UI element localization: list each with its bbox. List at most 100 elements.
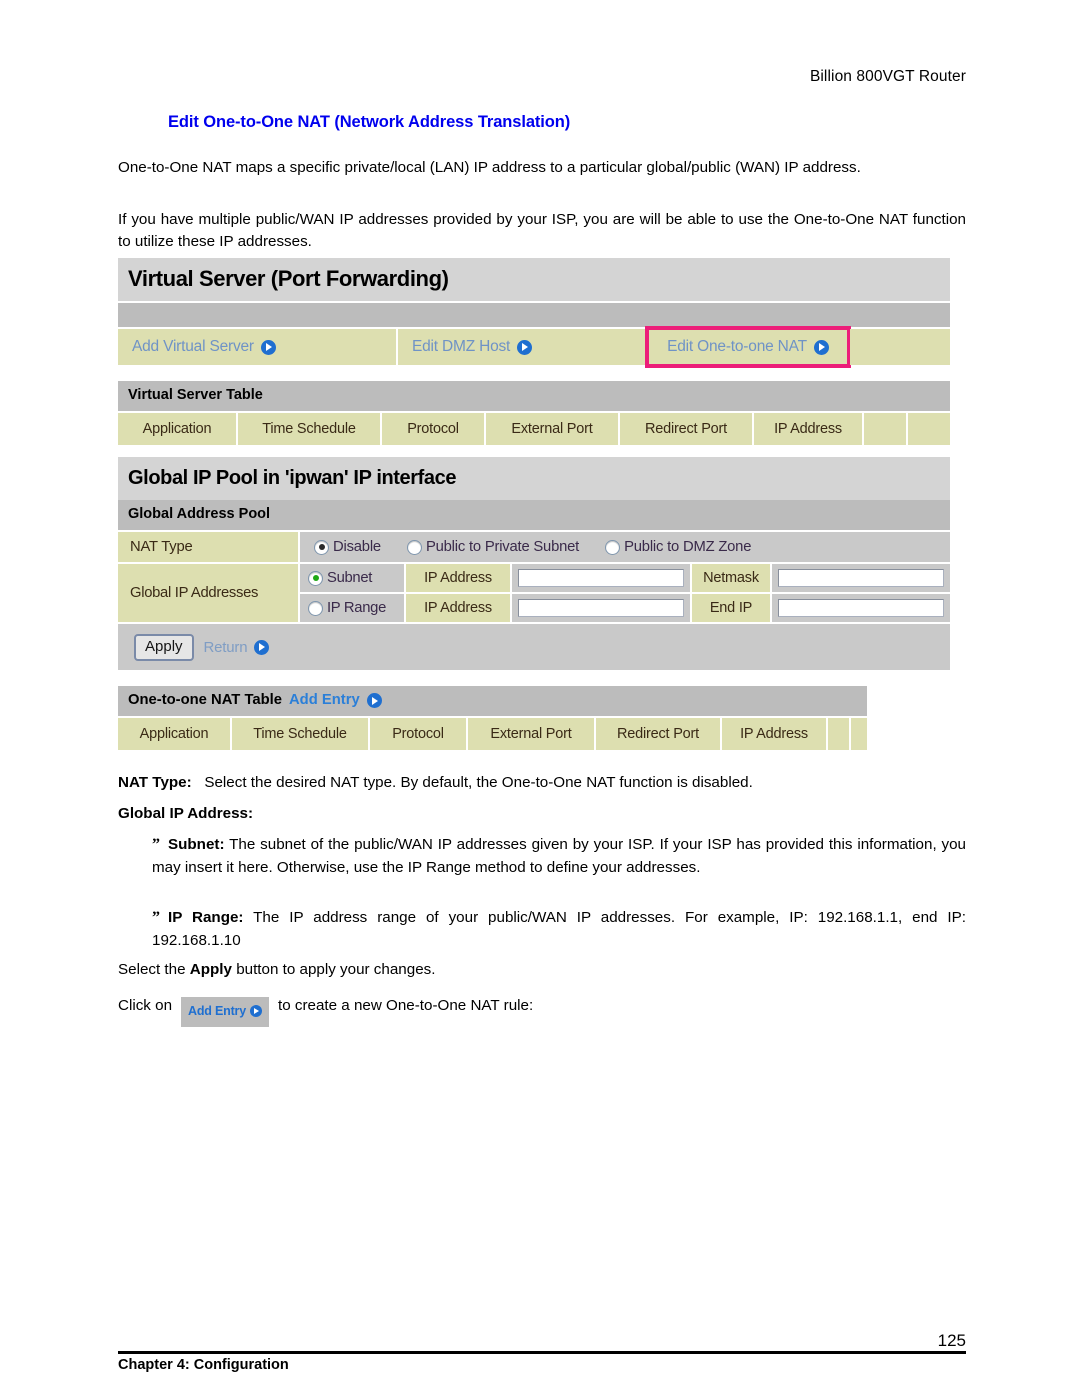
- apply-button[interactable]: Apply: [134, 633, 194, 661]
- oto-column-header-blank-2: [851, 718, 867, 750]
- bullet-icon: ”: [152, 836, 160, 853]
- toolbar-spacer: [118, 303, 950, 327]
- subnet-netmask-cell: [772, 564, 950, 592]
- arrow-right-icon: [366, 693, 382, 708]
- radio-option-ip-range[interactable]: IP Range: [300, 594, 404, 622]
- global-pool-footer: Apply Return: [118, 624, 950, 670]
- one-to-one-nat-table-columns: Application Time Schedule Protocol Exter…: [118, 718, 867, 750]
- ip-range-ip-address-cell: [512, 594, 690, 622]
- global-address-pool-subtitle: Global Address Pool: [118, 500, 950, 530]
- section-gap: [118, 365, 950, 381]
- column-header-external-port: External Port: [486, 413, 618, 445]
- apply-instruction-prefix: Select the: [118, 961, 190, 978]
- router-page-title: Virtual Server (Port Forwarding): [118, 258, 950, 301]
- nat-type-term: NAT Type:: [118, 774, 192, 791]
- ip-range-description: ” IP Range: The IP address range of your …: [152, 907, 966, 952]
- subnet-netmask-input[interactable]: [778, 569, 944, 587]
- click-on-prefix: Click on: [118, 997, 173, 1014]
- tab-add-virtual-server-label: Add Virtual Server: [132, 338, 254, 355]
- radio-option-public-to-private-subnet-label: Public to Private Subnet: [425, 539, 580, 555]
- column-header-blank-2: [908, 413, 950, 445]
- radio-public-to-dmz-zone-icon[interactable]: [605, 539, 621, 555]
- ip-range-end-ip-label: End IP: [692, 594, 770, 622]
- ip-range-ip-address-label: IP Address: [406, 594, 510, 622]
- subnet-description-text: The subnet of the public/WAN IP addresse…: [152, 836, 967, 876]
- column-header-protocol: Protocol: [382, 413, 484, 445]
- running-head: Billion 800VGT Router: [809, 68, 966, 85]
- column-header-blank-1: [864, 413, 906, 445]
- radio-disable-icon[interactable]: [314, 539, 329, 555]
- global-ip-addresses-label: Global IP Addresses: [118, 564, 298, 622]
- radio-option-disable-label: Disable: [333, 539, 381, 555]
- intro-paragraph-1: One-to-One NAT maps a specific private/l…: [118, 159, 861, 176]
- return-link-label: Return: [203, 638, 248, 656]
- subnet-ip-address-label: IP Address: [406, 564, 510, 592]
- virtual-server-table-title: Virtual Server Table: [118, 381, 950, 411]
- arrow-right-icon: [813, 339, 829, 355]
- bullet-icon: ”: [152, 909, 160, 926]
- oto-column-header-redirect-port: Redirect Port: [596, 718, 720, 750]
- radio-option-disable[interactable]: Disable: [314, 539, 381, 555]
- nat-type-label: NAT Type: [118, 532, 298, 562]
- oto-column-header-protocol: Protocol: [370, 718, 466, 750]
- tab-row: Add Virtual Server Edit DMZ Host Edit On…: [118, 326, 950, 368]
- nat-type-options: Disable Public to Private Subnet Public …: [300, 532, 950, 562]
- tab-edit-dmz-host[interactable]: Edit DMZ Host: [398, 329, 646, 365]
- tab-edit-one-to-one-nat[interactable]: Edit One-to-one NAT: [645, 326, 851, 368]
- oto-column-header-external-port: External Port: [468, 718, 594, 750]
- radio-option-public-to-private-subnet[interactable]: Public to Private Subnet: [406, 539, 580, 555]
- apply-instruction: Select the Apply button to apply your ch…: [118, 959, 966, 982]
- radio-option-public-to-dmz-zone[interactable]: Public to DMZ Zone: [605, 539, 751, 555]
- arrow-right-icon: [260, 339, 276, 355]
- section-gap: [118, 670, 950, 686]
- column-header-time-schedule: Time Schedule: [238, 413, 380, 445]
- radio-public-to-private-subnet-icon[interactable]: [406, 539, 422, 555]
- subnet-ip-address-cell: [512, 564, 690, 592]
- radio-option-subnet[interactable]: Subnet: [300, 564, 404, 592]
- radio-subnet-icon[interactable]: [308, 570, 323, 586]
- tab-edit-dmz-host-label: Edit DMZ Host: [412, 338, 511, 355]
- radio-ip-range-icon[interactable]: [308, 600, 323, 616]
- click-on-suffix: to create a new One-to-One NAT rule:: [277, 997, 534, 1014]
- one-to-one-nat-table-title: One-to-one NAT Table: [128, 692, 282, 708]
- nat-type-description-text: Select the desired NAT type. By default,…: [204, 774, 753, 791]
- footer-chapter: Chapter 4: Configuration: [118, 1357, 289, 1373]
- oto-column-header-blank-1: [828, 718, 849, 750]
- virtual-server-table-header: Application Time Schedule Protocol Exter…: [118, 413, 950, 445]
- subnet-term: Subnet:: [168, 836, 225, 853]
- add-entry-link-label: Add Entry: [289, 692, 360, 708]
- footer-divider: [118, 1351, 966, 1354]
- oto-column-header-application: Application: [118, 718, 230, 750]
- ip-range-ip-address-input[interactable]: [518, 599, 684, 617]
- intro-paragraph-2: If you have multiple public/WAN IP addre…: [118, 211, 966, 250]
- tab-row-filler: [850, 329, 950, 365]
- section-gap: [118, 445, 950, 457]
- add-entry-chip-label: Add Entry: [188, 1004, 246, 1018]
- radio-option-ip-range-label: IP Range: [327, 600, 387, 616]
- subnet-description: ” Subnet: The subnet of the public/WAN IP…: [152, 834, 966, 879]
- apply-instruction-suffix: button to apply your changes.: [231, 961, 436, 978]
- ip-range-row: IP Range IP Address End IP: [300, 594, 950, 622]
- arrow-right-icon: [254, 639, 270, 655]
- oto-column-header-ip-address: IP Address: [722, 718, 826, 750]
- ip-range-end-ip-input[interactable]: [778, 599, 944, 617]
- subnet-netmask-label: Netmask: [692, 564, 770, 592]
- one-to-one-nat-table-header: One-to-one NAT Table Add Entry: [118, 686, 867, 716]
- nat-type-description: NAT Type: Select the desired NAT type. B…: [118, 772, 966, 795]
- document-page: Billion 800VGT Router Edit One-to-One NA…: [0, 0, 1080, 1397]
- subnet-ip-address-input[interactable]: [518, 569, 684, 587]
- arrow-right-icon: [249, 1005, 262, 1017]
- radio-option-subnet-label: Subnet: [327, 570, 373, 586]
- column-header-redirect-port: Redirect Port: [620, 413, 752, 445]
- return-link[interactable]: Return: [204, 639, 270, 656]
- global-ip-address-heading: Global IP Address:: [118, 805, 254, 822]
- add-entry-chip[interactable]: Add Entry: [181, 997, 269, 1027]
- page-title: Edit One-to-One NAT (Network Address Tra…: [168, 113, 571, 131]
- column-header-ip-address: IP Address: [754, 413, 862, 445]
- ip-range-term: IP Range:: [168, 909, 244, 926]
- tab-add-virtual-server[interactable]: Add Virtual Server: [118, 329, 396, 365]
- tab-edit-one-to-one-nat-label: Edit One-to-one NAT: [667, 338, 807, 355]
- arrow-right-icon: [517, 339, 533, 355]
- add-entry-link[interactable]: Add Entry: [289, 691, 382, 710]
- radio-option-public-to-dmz-zone-label: Public to DMZ Zone: [624, 539, 752, 555]
